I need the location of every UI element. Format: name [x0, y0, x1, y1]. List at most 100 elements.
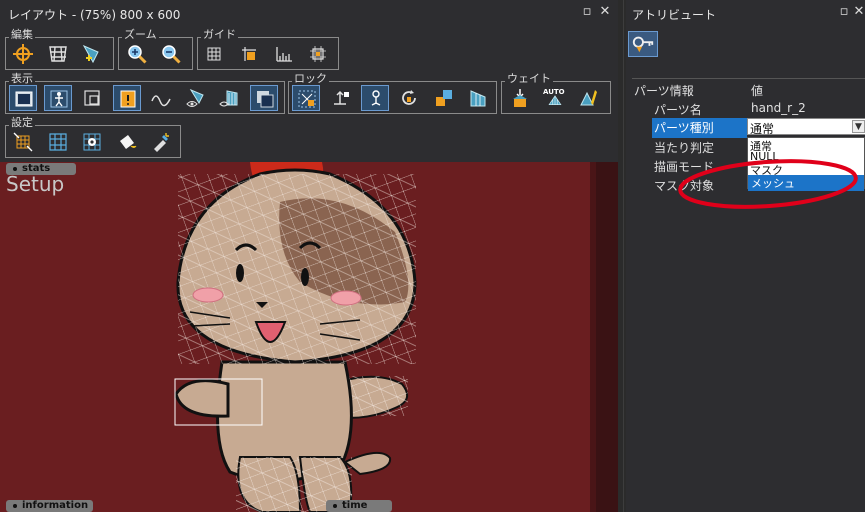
key-button[interactable]: [628, 31, 658, 57]
zoom-out-button[interactable]: [157, 41, 185, 67]
part-type-select-value: 通常: [750, 122, 775, 136]
lock-position-icon: [334, 90, 349, 105]
chevron-down-icon[interactable]: ▼: [852, 120, 865, 133]
time-tag-label: time: [342, 500, 368, 511]
property-row-part-name[interactable]: パーツ名 hand_r_2: [632, 98, 865, 117]
grid-settings-button[interactable]: [44, 129, 72, 155]
frame-guide-button[interactable]: [304, 41, 332, 67]
canvas-size-icon: [13, 132, 33, 152]
weight-apply-icon: [513, 89, 527, 107]
show-bounds-button[interactable]: [78, 85, 106, 111]
information-tag[interactable]: information: [6, 500, 93, 512]
edit-group-label: 編集: [9, 28, 35, 41]
layout-panel: レイアウト - (75%) 800 x 600 ▫ ✕ 編集 ズーム ガイド 表…: [0, 0, 618, 512]
grid-guide-button[interactable]: [200, 41, 228, 67]
show-warning-button[interactable]: [113, 85, 141, 111]
bone-figure-icon: [50, 90, 68, 108]
close-icon[interactable]: ✕: [598, 5, 612, 19]
lock-mesh-icon: [298, 90, 316, 108]
gear-icon: [83, 133, 101, 151]
weight-group-label: ウェイト: [505, 72, 553, 85]
eye-polygon-icon: [186, 88, 204, 107]
show-polygon-button[interactable]: [182, 85, 210, 111]
lock-bone-button[interactable]: [361, 85, 389, 111]
character-illustration: [174, 162, 417, 512]
lock-scale-button[interactable]: [430, 85, 458, 111]
property-value: hand_r_2: [751, 101, 806, 115]
lock-position-button[interactable]: [327, 85, 355, 111]
zoom-group-label: ズーム: [122, 28, 159, 41]
part-type-select[interactable]: 通常 ▼: [747, 118, 865, 136]
layout-panel-titlebar: レイアウト - (75%) 800 x 600 ▫ ✕: [0, 0, 618, 26]
annotation-ellipse: [678, 159, 858, 209]
lock-scale-icon: [436, 90, 452, 106]
snap-icon: [242, 47, 256, 61]
lock-group-label: ロック: [292, 72, 329, 85]
zoom-out-icon: [162, 45, 181, 64]
mesh-deform-tool-button[interactable]: [44, 41, 72, 67]
property-key: 当たり判定: [654, 141, 715, 155]
show-bone-button[interactable]: [44, 85, 72, 111]
zoom-in-button[interactable]: [123, 41, 151, 67]
weight-auto-icon: [548, 95, 562, 105]
show-overlay-button[interactable]: [250, 85, 278, 111]
weight-paint-icon: [580, 90, 597, 106]
pin-icon[interactable]: ▫: [580, 5, 594, 19]
header-value: 値: [751, 84, 764, 98]
display-settings-button[interactable]: [78, 129, 106, 155]
eye-weight-icon: [219, 90, 238, 107]
frame-icon: [310, 46, 326, 62]
property-key: パーツ種別: [652, 118, 747, 138]
weight-paint-button[interactable]: [575, 85, 603, 111]
mesh-grid-icon: [49, 46, 67, 62]
show-curve-button[interactable]: [147, 85, 175, 111]
canvas-edge: [596, 162, 618, 512]
paint-bucket-icon: [120, 135, 137, 149]
layout-canvas[interactable]: stats Setup information time: [0, 162, 618, 512]
lock-mesh-button[interactable]: [292, 85, 320, 111]
curve-icon: [151, 95, 171, 107]
attribute-panel-title: アトリビュート: [632, 8, 717, 22]
canvas-size-button[interactable]: [9, 129, 37, 155]
property-row-part-type[interactable]: パーツ種別 通常 ▼: [632, 117, 865, 138]
eyedropper-settings-button[interactable]: [147, 129, 175, 155]
image-frame-icon: [15, 91, 33, 107]
ruler-guide-button[interactable]: [270, 41, 298, 67]
setup-label: Setup: [6, 172, 65, 196]
eyedropper-icon: [154, 133, 169, 152]
background-settings-button[interactable]: [113, 129, 141, 155]
weight-apply-button[interactable]: [506, 85, 534, 111]
move-icon: [13, 44, 33, 64]
attribute-panel: アトリビュート ▫ ✕ パーツ情報 値 パーツ名 hand_r_2 パーツ種別 …: [626, 0, 865, 512]
grid-settings-icon: [49, 133, 67, 151]
grid-icon: [207, 47, 221, 61]
show-image-button[interactable]: [9, 85, 37, 111]
add-vertex-tool-button[interactable]: [78, 41, 106, 67]
bounds-icon: [84, 90, 100, 106]
show-weight-button[interactable]: [216, 85, 244, 111]
lock-rotation-icon: [402, 90, 416, 105]
information-tag-label: information: [22, 500, 89, 511]
pin-icon[interactable]: ▫: [837, 5, 851, 19]
overlay-icon: [257, 91, 274, 108]
key-icon: [632, 36, 654, 53]
guide-group-label: ガイド: [201, 28, 238, 41]
property-table-header: パーツ情報 値: [632, 79, 865, 98]
lock-weight-button[interactable]: [464, 85, 492, 111]
close-icon[interactable]: ✕: [853, 5, 865, 19]
weight-auto-button[interactable]: AUTO: [541, 85, 569, 111]
warning-icon: [120, 90, 136, 108]
settings-group-label: 設定: [9, 116, 35, 129]
move-tool-button[interactable]: [9, 41, 37, 67]
layout-panel-title: レイアウト - (75%) 800 x 600: [8, 8, 181, 22]
lock-rotation-button[interactable]: [395, 85, 423, 111]
time-tag[interactable]: time: [326, 500, 392, 512]
ruler-icon: [276, 47, 292, 62]
snap-guide-button[interactable]: [235, 41, 263, 67]
lock-weight-icon: [470, 90, 486, 107]
add-polygon-icon: [82, 44, 99, 64]
zoom-in-icon: [128, 45, 147, 64]
property-key: パーツ名: [654, 103, 702, 117]
header-key: パーツ情報: [634, 84, 694, 98]
lock-bone-icon: [371, 90, 381, 106]
